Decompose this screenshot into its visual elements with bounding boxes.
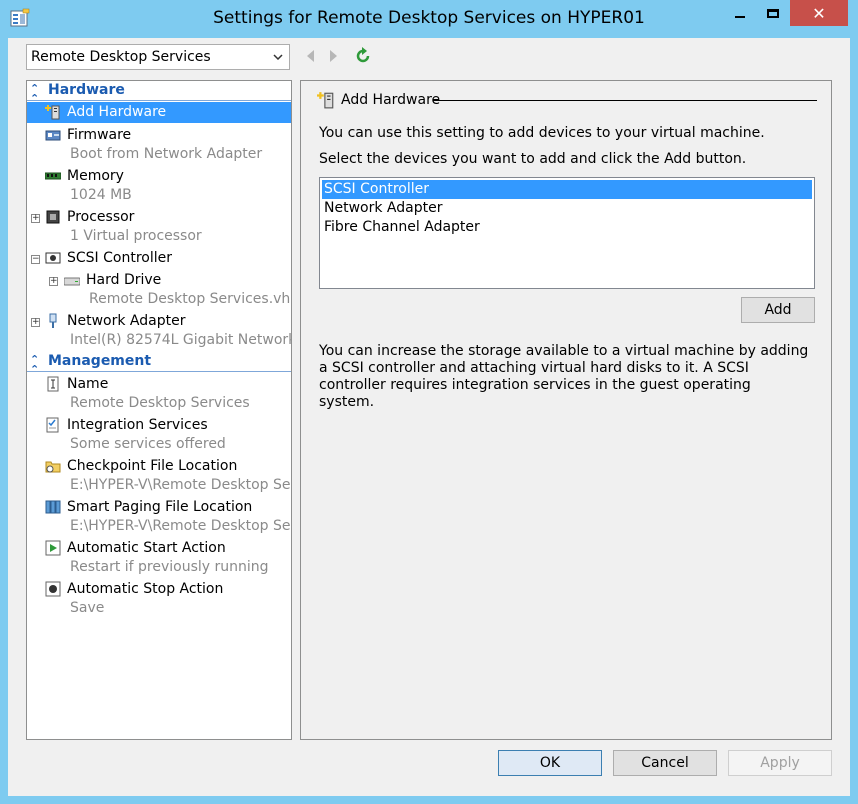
management-section-label: Management — [48, 353, 152, 369]
refresh-icon[interactable] — [354, 47, 372, 65]
apply-button[interactable]: Apply — [728, 750, 832, 776]
sidebar-item-detail: Save — [70, 600, 105, 616]
minimize-button[interactable] — [724, 0, 756, 26]
sidebar-item-add-hardware[interactable]: Add Hardware — [27, 102, 291, 123]
sidebar-item-detail: Some services offered — [70, 436, 226, 452]
sidebar-item-label: Name — [67, 376, 109, 392]
integration-services-icon — [46, 417, 59, 433]
expand-icon[interactable]: + — [49, 277, 58, 286]
add-hardware-icon — [317, 92, 334, 109]
collapse-icon[interactable]: − — [31, 255, 40, 264]
sidebar-item-network-adapter[interactable]: + Network Adapter Intel(R) 82574L Gigabi… — [27, 311, 291, 352]
sidebar-item-label: Checkpoint File Location — [67, 458, 238, 474]
maximize-button[interactable] — [758, 0, 788, 26]
sidebar-item-detail: 1024 MB — [70, 187, 132, 203]
sidebar-item-label: Add Hardware — [67, 104, 167, 120]
hardware-section-label: Hardware — [48, 82, 125, 98]
vm-selector-value: Remote Desktop Services — [31, 49, 211, 65]
sidebar-item-automatic-stop-action[interactable]: Automatic Stop Action Save — [27, 579, 291, 620]
minimize-icon — [735, 16, 745, 18]
panel-intro: You can use this setting to add devices … — [319, 125, 765, 141]
smart-paging-icon — [45, 500, 61, 514]
sidebar-item-checkpoint-file-location[interactable]: Checkpoint File Location E:\HYPER-V\Remo… — [27, 456, 291, 497]
memory-icon — [45, 172, 61, 180]
sidebar-item-hard-drive[interactable]: + Hard Drive Remote Desktop Services.vhd… — [27, 270, 291, 311]
sidebar-item-detail: Intel(R) 82574L Gigabit Network ... — [70, 332, 292, 348]
sidebar-item-label: Memory — [67, 168, 124, 184]
maximize-icon — [767, 8, 779, 18]
collapse-up-icon[interactable]: ⌃ ⌃ — [30, 83, 40, 104]
sidebar-item-detail: E:\HYPER-V\Remote Desktop Se... — [70, 518, 292, 534]
ok-button[interactable]: OK — [498, 750, 602, 776]
firmware-icon — [45, 130, 61, 141]
sidebar-item-detail: Remote Desktop Services.vhdx — [89, 291, 292, 307]
network-adapter-icon — [49, 313, 57, 328]
sidebar-item-processor[interactable]: + Processor 1 Virtual processor — [27, 207, 291, 248]
title-bar[interactable]: Settings for Remote Desktop Services on … — [0, 0, 858, 38]
add-hardware-icon — [45, 105, 60, 120]
sidebar-item-label: Automatic Stop Action — [67, 581, 224, 597]
settings-window: Settings for Remote Desktop Services on … — [0, 0, 858, 804]
sidebar-item-name[interactable]: Name Remote Desktop Services — [27, 374, 291, 415]
sidebar-item-label: Network Adapter — [67, 313, 186, 329]
collapse-up-icon[interactable]: ⌃ ⌃ — [30, 354, 40, 375]
panel-instruction: Select the devices you want to add and c… — [319, 151, 747, 167]
back-arrow-icon[interactable] — [304, 48, 318, 64]
sidebar-item-label: SCSI Controller — [67, 250, 172, 266]
sidebar-item-label: Processor — [67, 209, 135, 225]
start-action-icon — [45, 540, 61, 556]
sidebar-item-label: Hard Drive — [86, 272, 162, 288]
close-button[interactable]: ✕ — [790, 0, 848, 26]
cancel-button[interactable]: Cancel — [613, 750, 717, 776]
sidebar-item-label: Smart Paging File Location — [67, 499, 253, 515]
hardware-section-header[interactable]: ⌃ ⌃ Hardware — [27, 81, 291, 104]
chevron-down-icon — [271, 45, 285, 69]
sidebar-item-smart-paging-file-location[interactable]: Smart Paging File Location E:\HYPER-V\Re… — [27, 497, 291, 538]
sidebar-item-automatic-start-action[interactable]: Automatic Start Action Restart if previo… — [27, 538, 291, 579]
checkpoint-folder-icon — [45, 461, 61, 473]
sidebar-item-detail: Boot from Network Adapter — [70, 146, 263, 162]
management-section-header[interactable]: ⌃ ⌃ Management — [27, 352, 291, 375]
add-hardware-panel: Add Hardware You can use this setting to… — [300, 80, 832, 740]
device-option-fibre-channel-adapter[interactable]: Fibre Channel Adapter — [322, 218, 812, 237]
sidebar-item-memory[interactable]: Memory 1024 MB — [27, 166, 291, 207]
vm-selector-dropdown[interactable]: Remote Desktop Services — [26, 44, 290, 70]
device-option-network-adapter[interactable]: Network Adapter — [322, 199, 812, 218]
settings-tree: ⌃ ⌃ Hardware Add Hardware Firmware Boot f… — [26, 80, 292, 740]
heading-divider — [433, 100, 817, 101]
sidebar-item-label: Firmware — [67, 127, 132, 143]
sidebar-item-detail: Remote Desktop Services — [70, 395, 250, 411]
sidebar-item-detail: Restart if previously running — [70, 559, 269, 575]
hard-drive-icon — [64, 277, 80, 286]
dialog-client-area: Remote Desktop Services ⌃ ⌃ Hardware Add… — [8, 38, 850, 796]
sidebar-item-label: Automatic Start Action — [67, 540, 226, 556]
panel-heading: Add Hardware — [341, 92, 441, 108]
processor-icon — [46, 210, 60, 224]
scsi-controller-icon — [45, 252, 61, 264]
name-icon — [47, 376, 59, 392]
sidebar-item-integration-services[interactable]: Integration Services Some services offer… — [27, 415, 291, 456]
sidebar-item-detail: E:\HYPER-V\Remote Desktop Se... — [70, 477, 292, 493]
sidebar-item-label: Integration Services — [67, 417, 208, 433]
sidebar-item-detail: 1 Virtual processor — [70, 228, 202, 244]
close-icon: ✕ — [812, 3, 826, 23]
device-list[interactable]: SCSI Controller Network Adapter Fibre Ch… — [319, 177, 815, 289]
sidebar-item-firmware[interactable]: Firmware Boot from Network Adapter — [27, 125, 291, 166]
device-option-scsi-controller[interactable]: SCSI Controller — [322, 180, 812, 199]
stop-action-icon — [45, 581, 61, 597]
forward-arrow-icon[interactable] — [326, 48, 340, 64]
expand-icon[interactable]: + — [31, 318, 40, 327]
panel-info-text: You can increase the storage available t… — [319, 343, 809, 410]
sidebar-item-scsi-controller[interactable]: − SCSI Controller — [27, 248, 291, 269]
add-button[interactable]: Add — [741, 297, 815, 323]
expand-icon[interactable]: + — [31, 214, 40, 223]
